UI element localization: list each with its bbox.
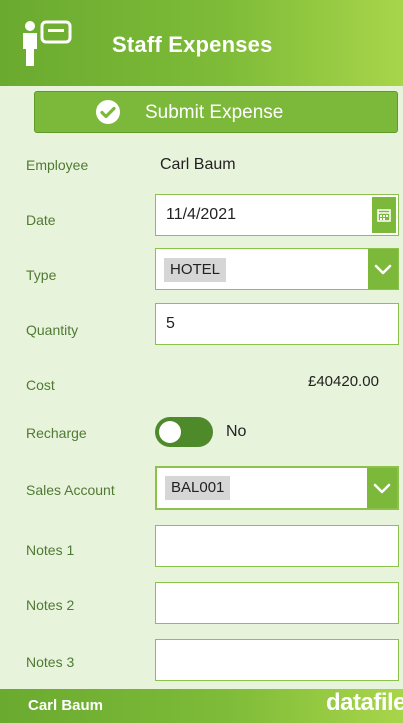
recharge-state: No <box>226 423 247 440</box>
quantity-value: 5 <box>166 315 175 332</box>
notes2-label: Notes 2 <box>26 597 75 613</box>
employee-label: Employee <box>26 157 89 173</box>
type-dropdown-toggle[interactable] <box>368 249 398 289</box>
date-field[interactable]: 11/4/2021 <box>155 194 399 236</box>
recharge-toggle[interactable] <box>155 417 213 447</box>
checkmark-circle-icon <box>96 100 120 124</box>
type-selected-value: HOTEL <box>164 258 227 282</box>
cost-label: Cost <box>26 377 55 393</box>
notes1-field[interactable] <box>155 525 399 567</box>
sales-account-selected-value: BAL001 <box>165 476 231 500</box>
app-footer: Carl Baum datafile <box>0 689 403 723</box>
recharge-label: Recharge <box>26 425 87 441</box>
sales-account-dropdown[interactable]: BAL001 <box>155 466 399 510</box>
toggle-knob <box>159 421 181 443</box>
notes3-label: Notes 3 <box>26 654 75 670</box>
date-label: Date <box>26 212 56 228</box>
chevron-down-icon <box>374 264 392 275</box>
app-header: Staff Expenses <box>0 0 403 86</box>
employee-value: Carl Baum <box>160 156 236 173</box>
date-picker-button[interactable] <box>372 197 396 233</box>
footer-user-name: Carl Baum <box>28 697 104 714</box>
submit-expense-label: Submit Expense <box>145 102 284 123</box>
type-label: Type <box>26 267 57 283</box>
type-dropdown[interactable]: HOTEL <box>155 248 399 290</box>
quantity-label: Quantity <box>26 322 79 338</box>
cost-value: £40420.00 <box>308 373 379 390</box>
notes2-field[interactable] <box>155 582 399 624</box>
calendar-icon <box>377 209 391 222</box>
notes3-field[interactable] <box>155 639 399 681</box>
sales-account-label: Sales Account <box>26 482 115 498</box>
notes1-label: Notes 1 <box>26 542 75 558</box>
page-title: Staff Expenses <box>112 32 273 57</box>
quantity-field[interactable]: 5 <box>155 303 399 345</box>
chevron-down-icon <box>373 483 391 494</box>
staff-card-icon <box>23 20 72 66</box>
date-value: 11/4/2021 <box>166 206 236 223</box>
submit-expense-button[interactable]: Submit Expense <box>34 91 398 133</box>
brand-logo: datafile <box>326 689 403 716</box>
sales-account-dropdown-toggle[interactable] <box>367 468 397 508</box>
